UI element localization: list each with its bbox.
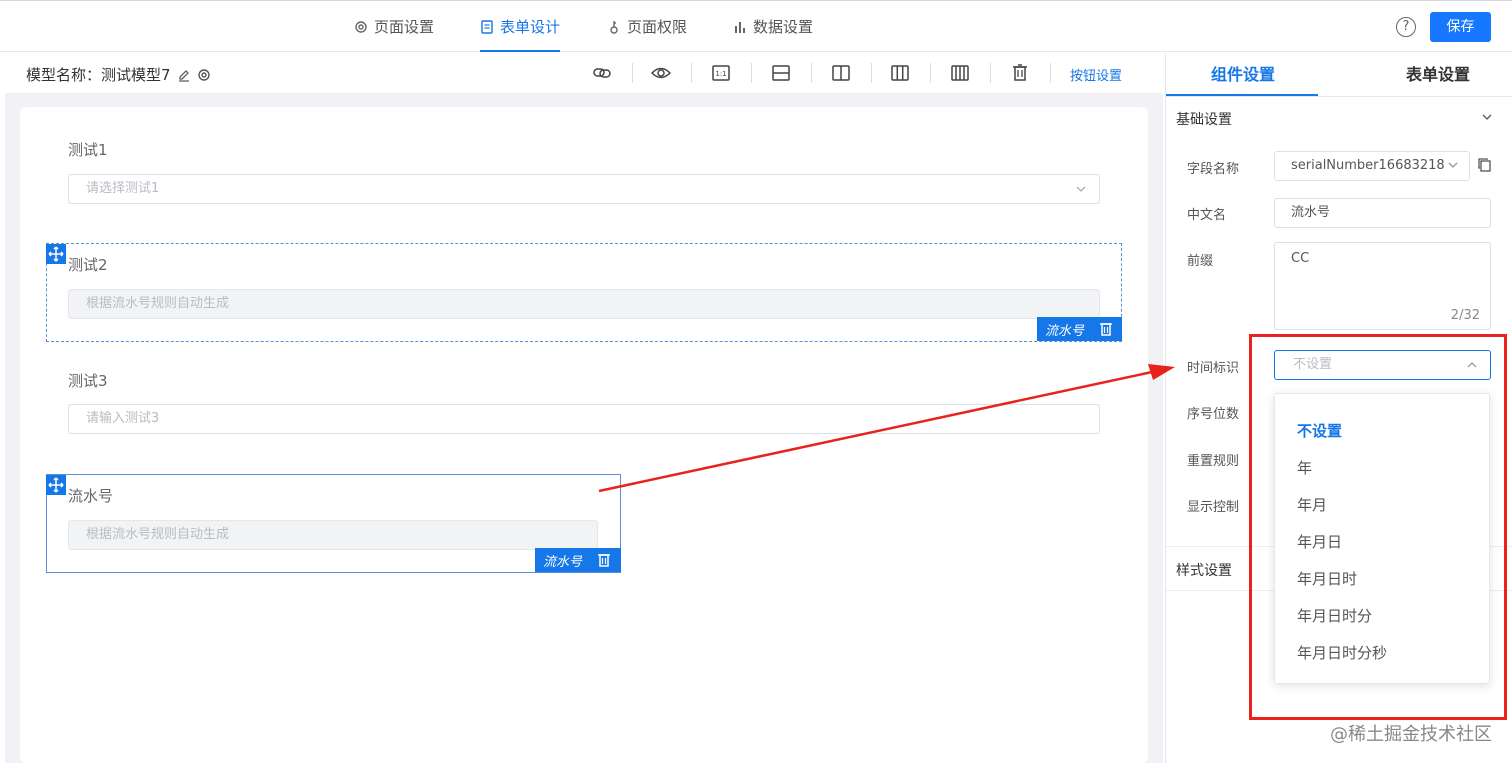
gear-icon — [355, 20, 367, 33]
prefix-label: 前缀 — [1187, 254, 1214, 269]
cn-name-value: 流水号 — [1291, 205, 1331, 220]
row-layout-icon[interactable] — [771, 63, 791, 83]
serial-placeholder: 根据流水号规则自动生成 — [86, 296, 230, 311]
edit-icon[interactable] — [177, 68, 191, 82]
component-tag: 流水号 — [1037, 317, 1122, 341]
tab-label: 表单设计 — [500, 18, 561, 36]
tab-form-design[interactable]: 表单设计 — [480, 1, 561, 52]
display-control-label: 显示控制 — [1187, 500, 1240, 515]
help-icon[interactable]: ? — [1396, 17, 1416, 37]
cn-name-input[interactable]: 流水号 — [1274, 198, 1491, 228]
text-input[interactable]: 请输入测试3 — [68, 404, 1100, 434]
component-tag-label: 流水号 — [1045, 323, 1085, 339]
model-name-value: 测试模型7 — [101, 66, 171, 84]
tab-divider — [1166, 96, 1512, 97]
basic-settings-title[interactable]: 基础设置 — [1176, 109, 1232, 129]
toolbar-divider — [691, 63, 692, 83]
tab-page-permissions[interactable]: 页面权限 — [607, 1, 687, 52]
style-settings-title[interactable]: 样式设置 — [1176, 560, 1232, 580]
chevron-down-icon[interactable] — [1481, 111, 1493, 123]
input-placeholder: 请输入测试3 — [86, 411, 160, 426]
toolbar-divider — [1050, 63, 1051, 83]
bar-chart-icon — [735, 21, 745, 33]
designer-toolbar: 模型名称： 测试模型7 1:1 按钮设置 — [5, 53, 1163, 94]
document-icon — [481, 19, 493, 34]
toolbar-divider — [990, 63, 991, 83]
one-to-one-icon[interactable]: 1:1 — [711, 63, 731, 83]
field-label: 测试2 — [68, 256, 108, 274]
serial-placeholder: 根据流水号规则自动生成 — [86, 527, 230, 542]
toolbar-divider — [751, 63, 752, 83]
svg-text:1:1: 1:1 — [715, 70, 726, 78]
drag-handle-icon[interactable] — [46, 244, 66, 264]
tab-page-settings[interactable]: 页面设置 — [354, 1, 434, 52]
field-label: 测试1 — [68, 141, 108, 159]
model-name: 模型名称： 测试模型7 — [26, 64, 211, 85]
tab-label: 页面权限 — [627, 18, 688, 36]
eye-icon[interactable] — [651, 63, 671, 83]
toolbar-divider — [930, 63, 931, 83]
active-tab-indicator — [1166, 94, 1318, 96]
reset-rule-label: 重置规则 — [1187, 454, 1240, 469]
field-name-select[interactable]: serialNumber16683218 — [1274, 151, 1470, 181]
toolbar-divider — [871, 63, 872, 83]
three-column-icon[interactable] — [890, 63, 910, 83]
tab-component-settings[interactable]: 组件设置 — [1211, 53, 1275, 96]
prefix-value: CC — [1291, 251, 1310, 266]
trash-icon[interactable] — [1010, 63, 1030, 83]
watermark: @稀土掘金技术社区 — [1330, 724, 1492, 745]
model-name-label: 模型名称： — [26, 66, 102, 84]
component-tag-label: 流水号 — [543, 554, 583, 570]
field-label: 测试3 — [68, 372, 108, 390]
annotation-highlight-box — [1249, 334, 1507, 720]
field-label: 流水号 — [68, 487, 114, 505]
two-column-icon[interactable] — [831, 63, 851, 83]
trash-icon[interactable] — [596, 552, 612, 568]
toolbar-divider — [811, 63, 812, 83]
serial-field: 根据流水号规则自动生成 — [68, 289, 1100, 319]
seq-digits-label: 序号位数 — [1187, 407, 1240, 422]
drag-handle-icon[interactable] — [46, 475, 66, 495]
gear-icon[interactable] — [197, 68, 211, 82]
time-flag-label: 时间标识 — [1187, 361, 1240, 376]
save-button[interactable]: 保存 — [1430, 12, 1491, 42]
prefix-counter: 2/32 — [1450, 308, 1480, 323]
select-placeholder: 请选择测试1 — [86, 181, 160, 196]
button-settings-link[interactable]: 按钮设置 — [1070, 65, 1122, 84]
serial-field: 根据流水号规则自动生成 — [68, 520, 598, 550]
select-field[interactable]: 请选择测试1 — [68, 174, 1100, 204]
top-nav: 页面设置 表单设计 页面权限 数据设置 ? 保存 — [0, 0, 1512, 52]
tab-label: 数据设置 — [753, 18, 814, 36]
trash-icon[interactable] — [1098, 321, 1114, 337]
prefix-textarea[interactable]: CC 2/32 — [1274, 242, 1491, 330]
form-canvas — [20, 107, 1148, 763]
toolbar-divider — [632, 63, 633, 83]
tab-data-settings[interactable]: 数据设置 — [733, 1, 813, 52]
copy-icon[interactable] — [1477, 157, 1493, 173]
cn-name-label: 中文名 — [1187, 208, 1227, 223]
tab-label: 页面设置 — [374, 18, 435, 36]
link-icon[interactable] — [592, 63, 612, 83]
chevron-down-icon — [1448, 162, 1458, 168]
component-tag: 流水号 — [535, 548, 621, 572]
field-name-label: 字段名称 — [1187, 162, 1240, 177]
key-icon — [610, 20, 618, 34]
field-name-value: serialNumber16683218 — [1291, 158, 1445, 173]
four-column-icon[interactable] — [950, 63, 970, 83]
chevron-down-icon — [1076, 186, 1086, 192]
tab-form-settings[interactable]: 表单设置 — [1406, 53, 1470, 96]
